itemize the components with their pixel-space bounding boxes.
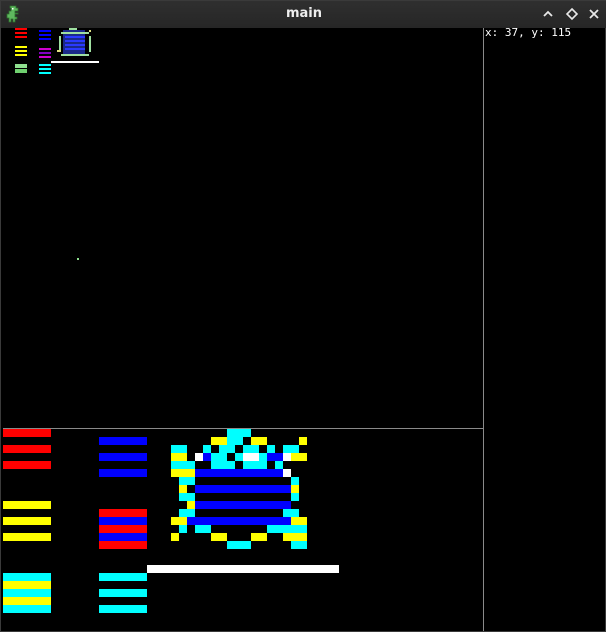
cursor-dot <box>77 258 79 260</box>
color-red-bar-3 <box>3 461 51 469</box>
window-title: main <box>285 6 323 21</box>
close-button[interactable] <box>586 6 602 22</box>
drawing-canvas[interactable] <box>3 28 483 631</box>
sprite-zoom-editor[interactable] <box>171 429 307 549</box>
preview-underline <box>51 61 99 63</box>
chevron-up-icon <box>543 10 553 17</box>
swatch-cyan <box>39 64 51 74</box>
color-blue-bar-1 <box>99 437 147 445</box>
sprite-preview-thumbnail <box>57 28 91 56</box>
color-cyan2-bar-3 <box>99 605 147 613</box>
color-mixed-bar-2 <box>99 517 147 525</box>
color-yellow-bar-3 <box>3 533 51 541</box>
horizontal-divider[interactable] <box>3 428 483 429</box>
color-mixed-bar-3 <box>99 525 147 533</box>
app-window: main x: 37, y: 115 <box>0 0 606 632</box>
color-blue-bar-2 <box>99 453 147 461</box>
color-yellow-bar-1 <box>3 501 51 509</box>
swatch-blue <box>39 30 51 40</box>
minimize-button[interactable] <box>540 6 556 22</box>
color-red-bar-2 <box>3 445 51 453</box>
maximize-button[interactable] <box>564 6 580 22</box>
color-cyan2-bar-1 <box>99 573 147 581</box>
vertical-divider[interactable] <box>483 28 484 631</box>
color-mixed-bar-1 <box>99 509 147 517</box>
color-cyan-bar-4 <box>3 597 51 605</box>
color-cyan-bar-3 <box>3 589 51 597</box>
sprite-graphics <box>3 28 339 613</box>
editor-baseline <box>147 565 339 573</box>
swatch-magenta <box>39 48 51 58</box>
color-cyan2-bar-2 <box>99 589 147 597</box>
color-red-bar-1 <box>3 429 51 437</box>
coordinate-readout: x: 37, y: 115 <box>485 26 572 39</box>
title-bar[interactable]: main <box>1 1 606 28</box>
color-cyan-bar-5 <box>3 605 51 613</box>
swatch-green <box>15 64 27 73</box>
swatch-yellow <box>15 46 27 56</box>
diamond-maximize-icon <box>565 7 579 21</box>
palette-swatches[interactable] <box>15 28 51 74</box>
swatch-red <box>15 28 27 38</box>
color-blue-bar-3 <box>99 469 147 477</box>
palette-large[interactable] <box>3 429 147 613</box>
main-content: x: 37, y: 115 <box>3 26 605 631</box>
color-mixed-bar-5 <box>99 541 147 549</box>
color-yellow-bar-2 <box>3 517 51 525</box>
color-mixed-bar-4 <box>99 533 147 541</box>
close-icon <box>589 9 599 19</box>
color-cyan-bar-1 <box>3 573 51 581</box>
color-cyan-bar-2 <box>3 581 51 589</box>
